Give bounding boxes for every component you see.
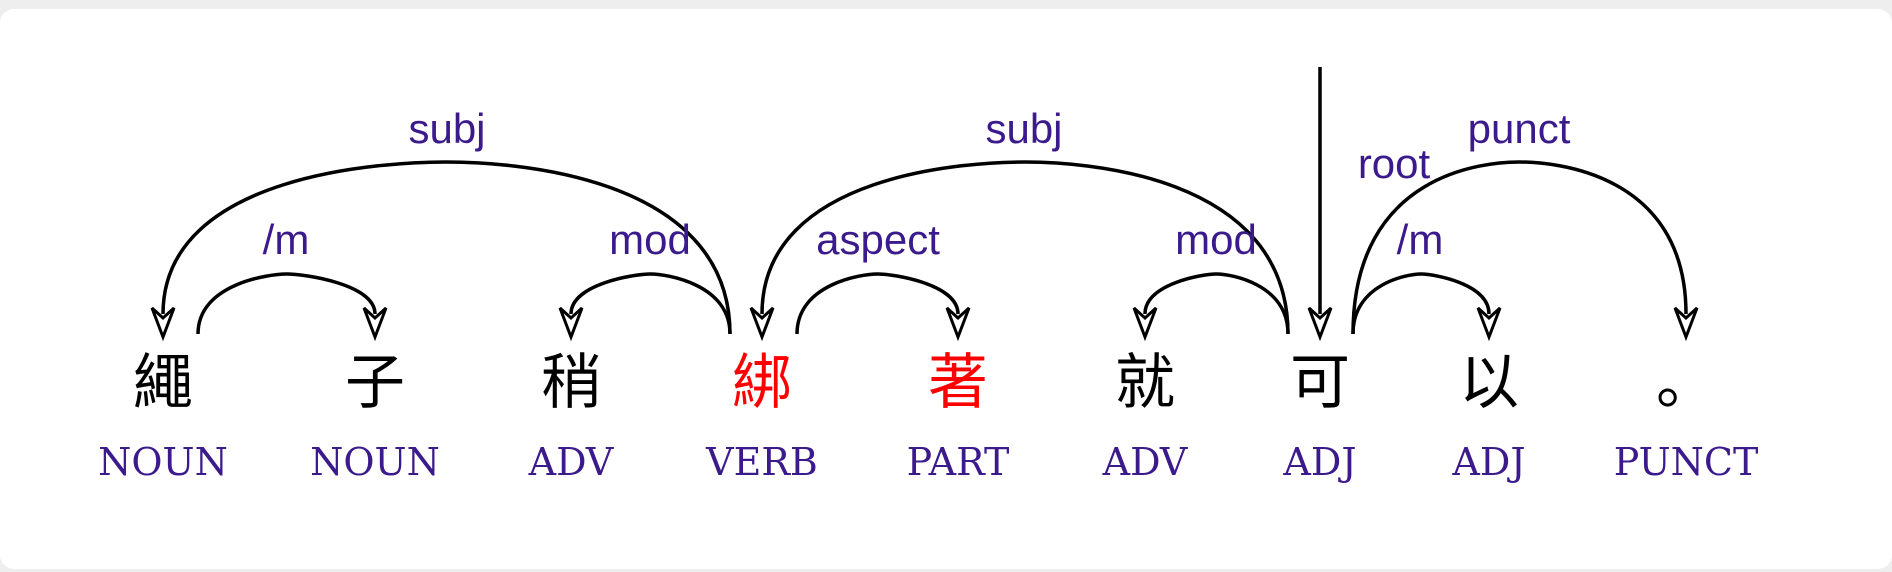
word-token: 。: [1656, 348, 1716, 418]
dependency-parse-diagram: subj/m mod subj aspect mod/m punct root 繩 NOUN 子…: [98, 67, 1758, 484]
root-label: root: [1358, 140, 1431, 187]
pos-tag: ADJ: [1282, 440, 1356, 484]
pos-tag: ADV: [528, 440, 614, 484]
pos-tag: PART: [907, 440, 1010, 484]
dependency-arc-aspect: [795, 272, 960, 335]
arc-label: subj: [985, 105, 1062, 152]
arcs-layer: subj/m mod subj aspect mod/m punct root: [150, 67, 1699, 342]
words-layer: 繩 NOUN 子 NOUN 稍 ADV 綁 VERB 著 PART 就 ADV 可 ADJ 以 ADJ 。 PUN…: [98, 348, 1758, 484]
arc-label: /m: [1397, 216, 1444, 263]
dependency-arc-mod: [1143, 272, 1290, 335]
word-token: 稍: [541, 348, 601, 418]
arc-label: /m: [263, 216, 310, 263]
word-token: 綁: [732, 348, 792, 418]
dependency-arc-mod: [569, 272, 732, 335]
arc-label: subj: [408, 105, 485, 152]
arc-label: mod: [1175, 216, 1257, 263]
word-token: 繩: [133, 348, 193, 418]
word-token: 子: [345, 348, 405, 418]
arc-label: aspect: [816, 216, 940, 263]
dependency-arc-slash-m: [1351, 272, 1491, 335]
dependency-arc-slash-m: [196, 272, 377, 335]
arc-label: mod: [609, 216, 691, 263]
word-token: 可: [1290, 348, 1350, 418]
pos-tag: VERB: [705, 440, 818, 484]
word-token: 著: [928, 348, 988, 418]
arc-label: punct: [1468, 105, 1571, 152]
pos-tag: NOUN: [98, 440, 228, 484]
pos-tag: ADJ: [1451, 440, 1525, 484]
pos-tag: PUNCT: [1614, 440, 1759, 484]
pos-tag: ADV: [1102, 440, 1188, 484]
word-token: 以: [1459, 348, 1519, 418]
pos-tag: NOUN: [310, 440, 440, 484]
word-token: 就: [1115, 348, 1175, 418]
